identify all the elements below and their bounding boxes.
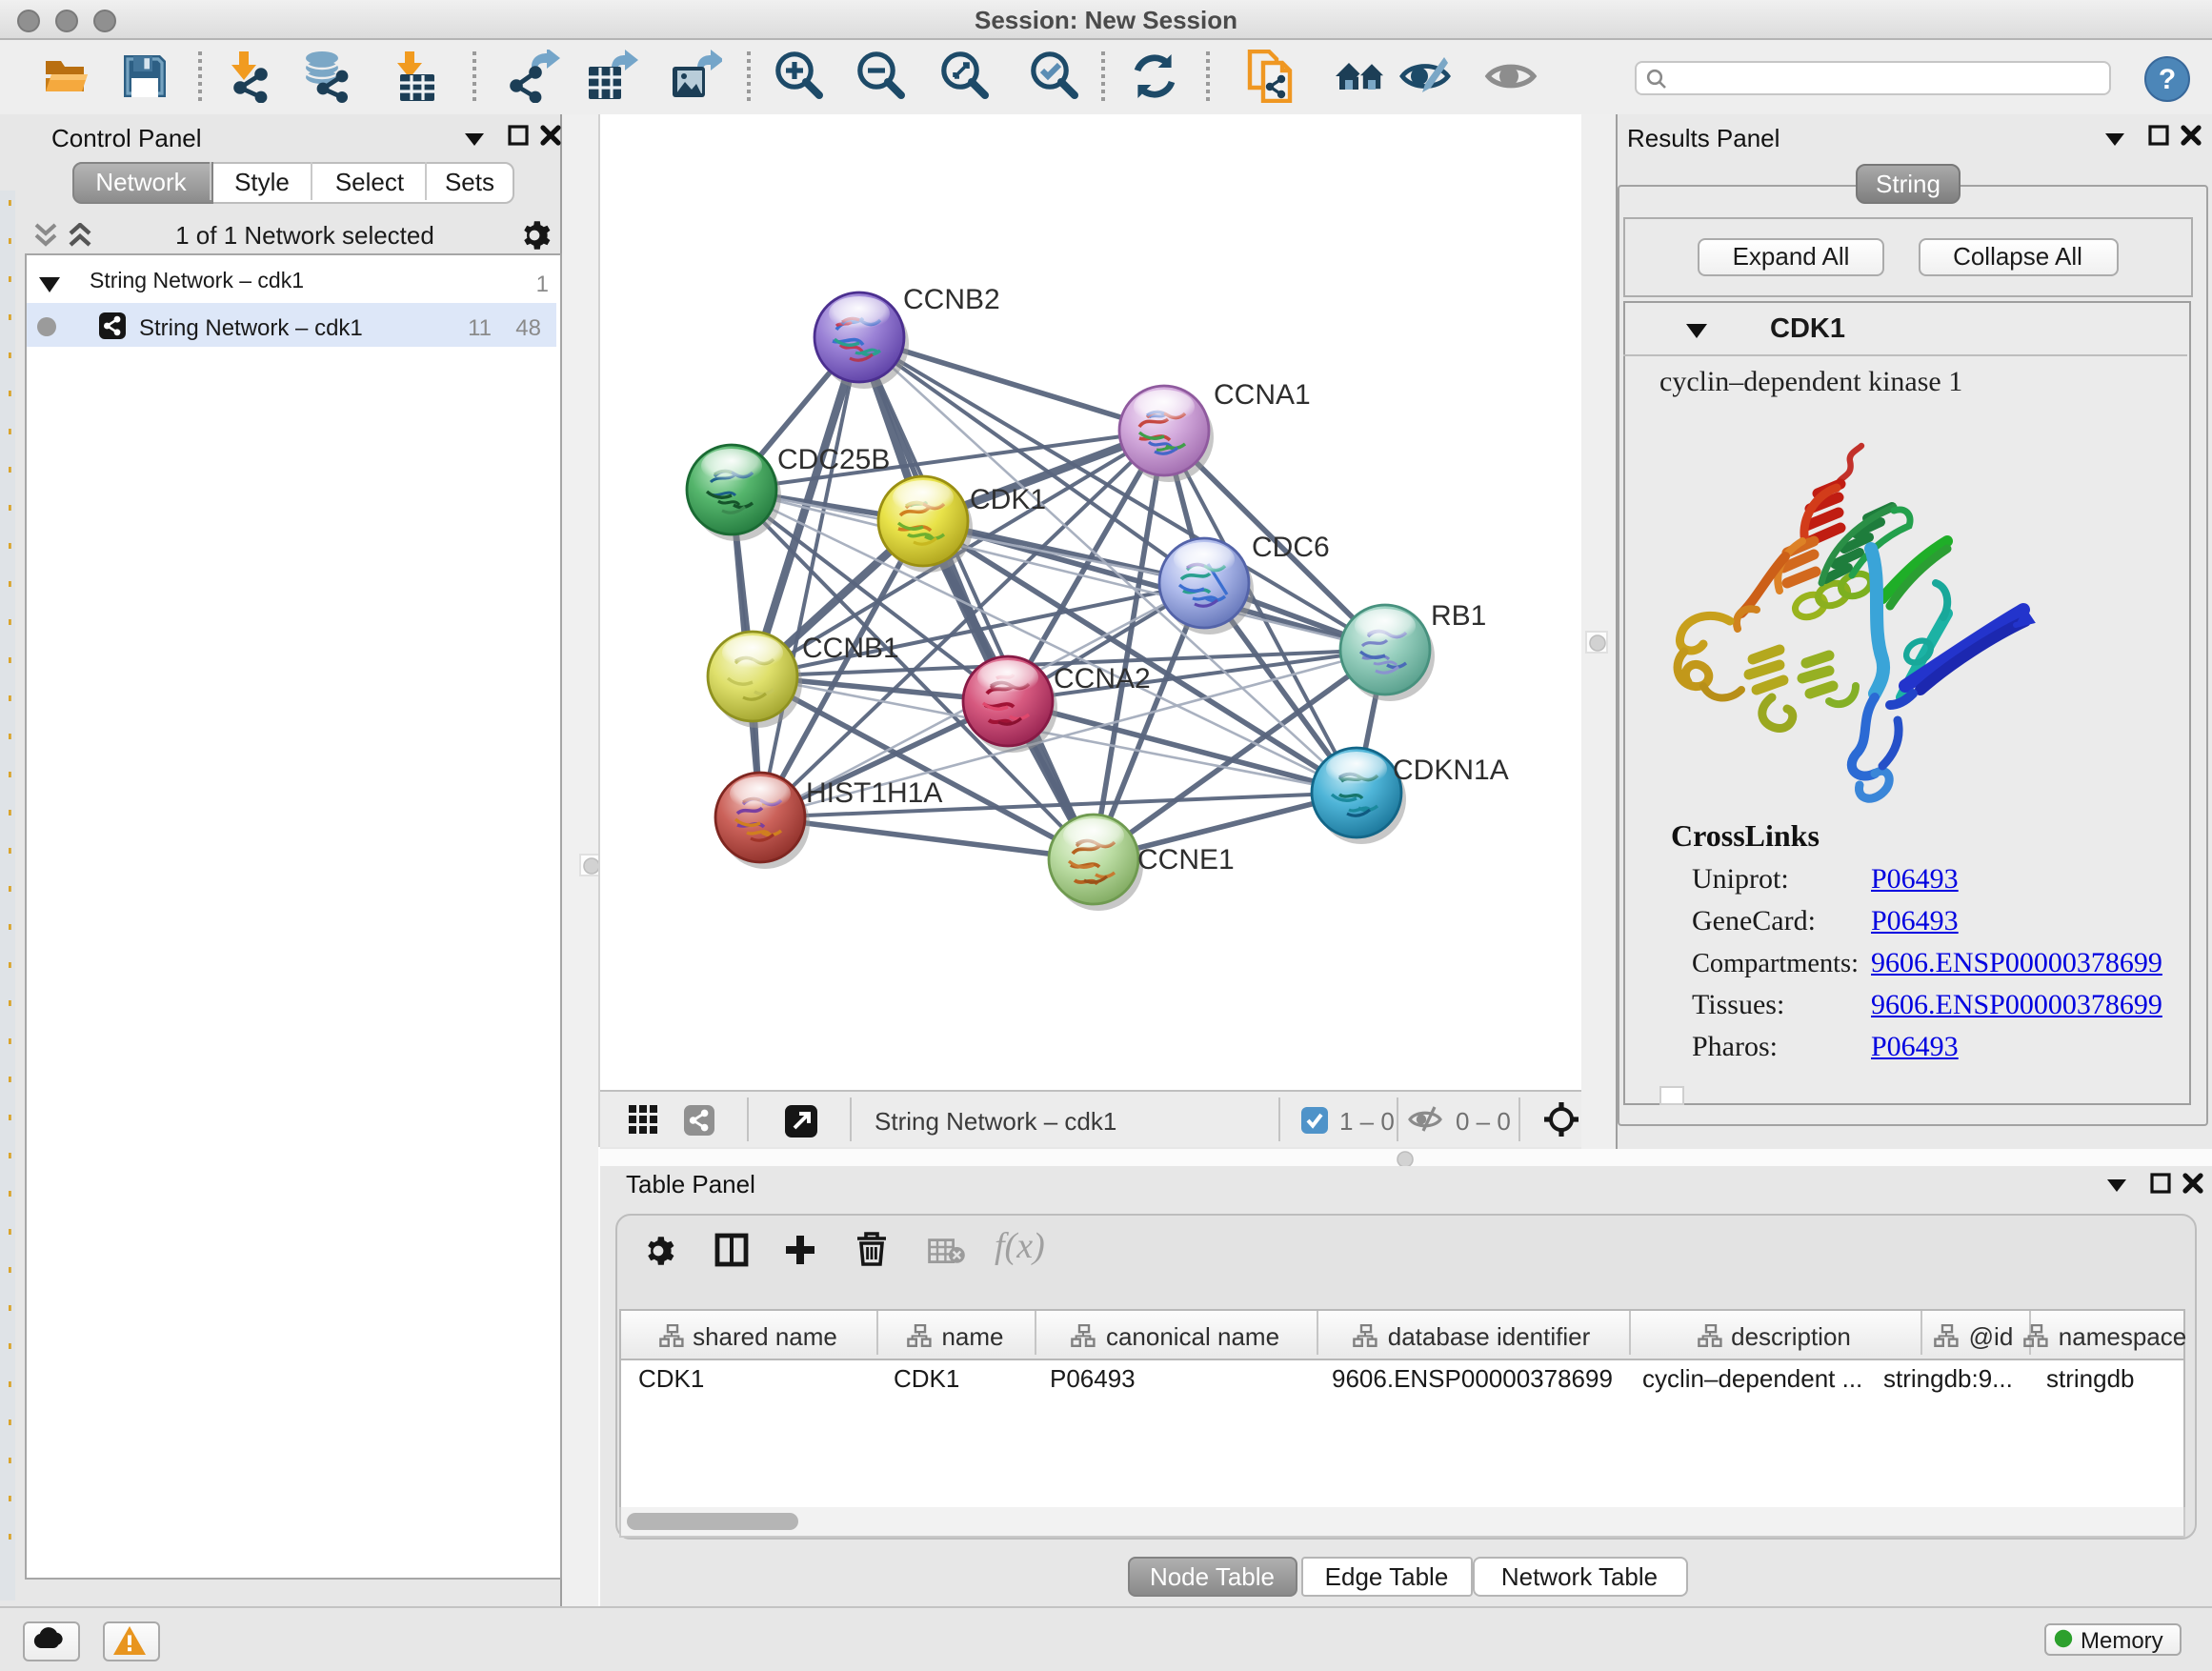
svg-text:CDC6: CDC6 xyxy=(1252,532,1330,563)
svg-text:CCNA2: CCNA2 xyxy=(1054,663,1151,695)
svg-text:CDK1: CDK1 xyxy=(970,484,1046,515)
svg-text:CCNA1: CCNA1 xyxy=(1214,379,1311,411)
svg-text:HIST1H1A: HIST1H1A xyxy=(806,777,942,809)
svg-text:CDC25B: CDC25B xyxy=(777,444,890,475)
svg-text:CCNB1: CCNB1 xyxy=(802,633,899,664)
svg-text:RB1: RB1 xyxy=(1431,600,1486,632)
svg-text:CCNE1: CCNE1 xyxy=(1137,844,1235,876)
svg-text:?: ? xyxy=(2159,64,2176,95)
svg-text:CDKN1A: CDKN1A xyxy=(1393,755,1509,786)
svg-text:CCNB2: CCNB2 xyxy=(903,284,1000,315)
